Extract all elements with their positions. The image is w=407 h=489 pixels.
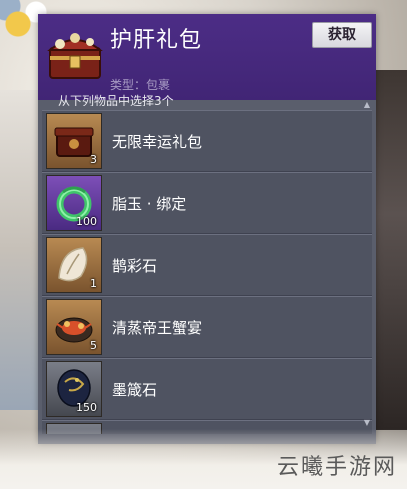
dialog-title: 护肝礼包 bbox=[110, 28, 203, 53]
list-item[interactable]: 3 无限幸运礼包 bbox=[42, 110, 372, 172]
item-type-label: 类型：包裹 bbox=[110, 78, 171, 92]
list-item[interactable]: 100 脂玉 · 绑定 bbox=[42, 172, 372, 234]
item-name: 墨箴石 bbox=[112, 381, 158, 399]
treasure-box-icon: 3 bbox=[46, 113, 102, 169]
list-item[interactable]: 150 墨箴石 bbox=[42, 358, 372, 420]
get-button[interactable]: 获取 bbox=[312, 22, 372, 48]
crab-feast-icon: 5 bbox=[46, 299, 102, 355]
item-quantity: 5 bbox=[90, 339, 97, 352]
item-name: 无限幸运礼包 bbox=[112, 133, 203, 151]
item-quantity: 150 bbox=[76, 401, 97, 414]
item-name: 脂玉 · 绑定 bbox=[112, 195, 187, 213]
site-watermark: 云曦手游网 bbox=[276, 455, 397, 480]
list-item[interactable]: 5 清蒸帝王蟹宴 bbox=[42, 296, 372, 358]
scroll-down-icon[interactable]: ▼ bbox=[362, 418, 372, 428]
item-quantity: 1 bbox=[90, 277, 97, 290]
feather-stone-icon: 1 bbox=[46, 237, 102, 293]
jade-ring-icon: 100 bbox=[46, 175, 102, 231]
background-character-right bbox=[371, 70, 407, 430]
item-quantity: 100 bbox=[76, 215, 97, 228]
item-list[interactable]: 3 无限幸运礼包 100 脂玉 · 绑定 1 鹊彩石 5 清蒸帝王蟹宴 150 … bbox=[38, 110, 376, 434]
scroll-up-icon[interactable]: ▲ bbox=[362, 100, 372, 110]
dialog-header: 护肝礼包 类型：包裹 获取 bbox=[38, 14, 376, 100]
gift-pack-dialog: 护肝礼包 类型：包裹 获取 从下列物品中选择3个 ▲ 3 无限幸运礼包 100 … bbox=[38, 14, 376, 444]
item-name: 鹊彩石 bbox=[112, 257, 158, 275]
item-quantity: 3 bbox=[90, 153, 97, 166]
list-item[interactable]: 1 鹊彩石 bbox=[42, 234, 372, 296]
item-name: 清蒸帝王蟹宴 bbox=[112, 319, 203, 337]
selection-instruction: 从下列物品中选择3个 bbox=[58, 94, 174, 106]
ink-stone-icon: 150 bbox=[46, 361, 102, 417]
treasure-chest-icon bbox=[47, 33, 103, 79]
